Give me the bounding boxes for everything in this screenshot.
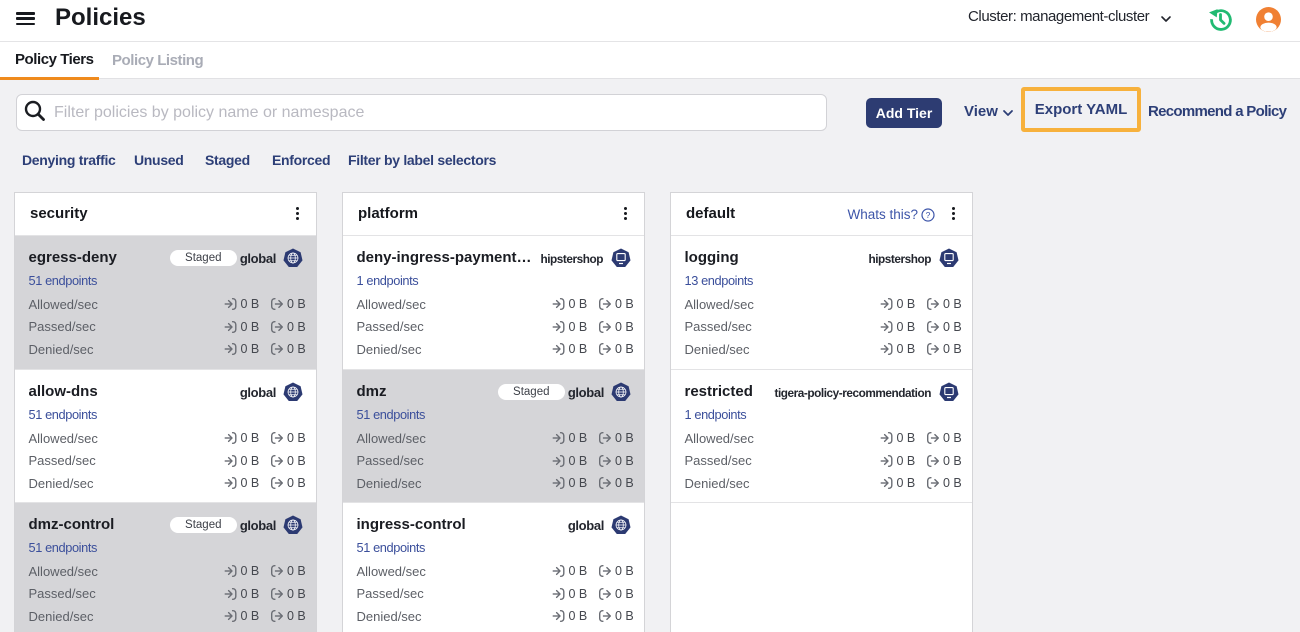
svg-text:?: ? bbox=[926, 210, 931, 220]
